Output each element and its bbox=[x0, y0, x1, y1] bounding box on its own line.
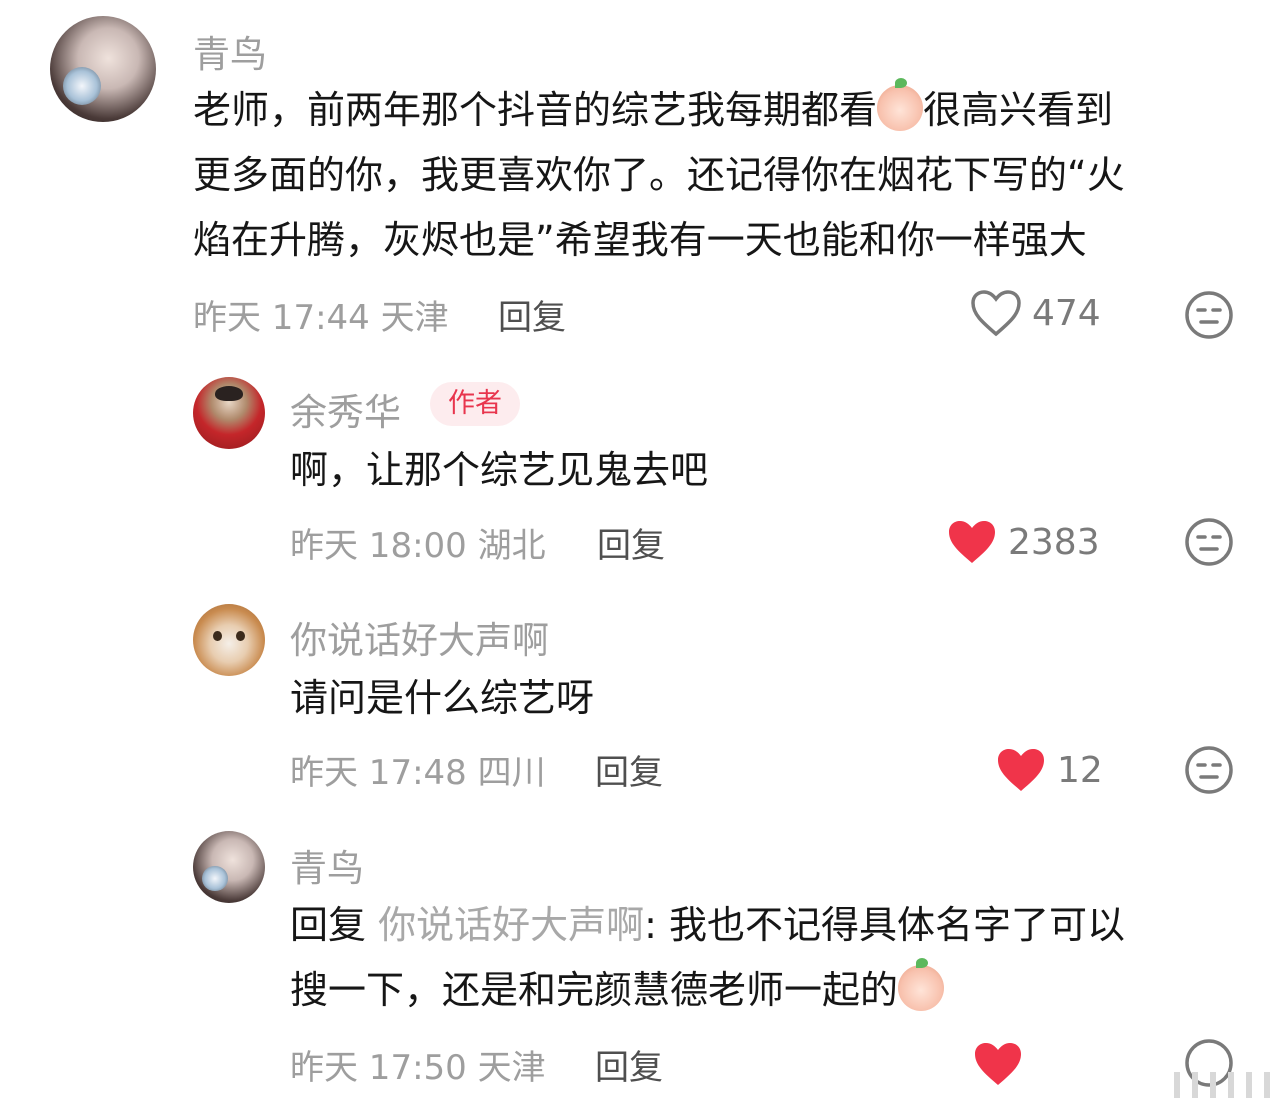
dislike-button[interactable] bbox=[1184, 517, 1234, 571]
username[interactable]: 青鸟 bbox=[193, 24, 267, 78]
timestamp: 昨天 17:44 bbox=[193, 298, 370, 338]
neutral-face-icon bbox=[1185, 291, 1233, 339]
shy-face-emoji bbox=[877, 78, 924, 131]
author-badge: 作者 bbox=[430, 382, 520, 426]
location: 天津 bbox=[477, 1048, 546, 1088]
heart-icon bbox=[998, 749, 1044, 791]
neutral-face-icon bbox=[1185, 746, 1233, 794]
username[interactable]: 青鸟 bbox=[290, 838, 364, 892]
avatar[interactable] bbox=[193, 377, 265, 449]
comment-text: 啊，让那个综艺见鬼去吧 bbox=[290, 448, 709, 492]
watermark-bar bbox=[1192, 1072, 1198, 1098]
avatar[interactable] bbox=[193, 831, 265, 903]
username[interactable]: 余秀华 bbox=[290, 382, 401, 436]
like-button[interactable] bbox=[972, 1040, 1024, 1088]
reply-target-username[interactable]: 你说话好大声啊 bbox=[378, 903, 644, 947]
avatar[interactable] bbox=[193, 604, 265, 676]
dislike-button[interactable] bbox=[1184, 745, 1234, 799]
location: 天津 bbox=[380, 298, 449, 338]
heart-icon bbox=[971, 290, 1021, 337]
timestamp: 昨天 17:48 bbox=[290, 753, 467, 793]
comment-meta: 昨天 18:00 湖北 bbox=[290, 518, 546, 567]
avatar[interactable] bbox=[50, 16, 156, 122]
reply-button[interactable]: 回复 bbox=[595, 745, 663, 794]
comment-meta: 昨天 17:48 四川 bbox=[290, 745, 546, 794]
timestamp: 昨天 17:50 bbox=[290, 1048, 467, 1088]
comment-meta: 昨天 17:44 天津 bbox=[193, 290, 449, 339]
like-count: 12 bbox=[1057, 749, 1103, 791]
reply-button[interactable]: 回复 bbox=[595, 1040, 663, 1089]
comment-meta: 昨天 17:50 天津 bbox=[290, 1040, 546, 1089]
like-button[interactable]: 12 bbox=[995, 746, 1103, 794]
comment-text: 回复 你说话好大声啊: 我也不记得具体名字了可以 搜一下，还是和完颜慧德老师一起… bbox=[290, 903, 1126, 1012]
watermark-bar bbox=[1246, 1072, 1252, 1098]
reply-button[interactable]: 回复 bbox=[498, 290, 566, 339]
watermark-bar bbox=[1174, 1072, 1180, 1098]
location: 湖北 bbox=[477, 526, 546, 566]
like-count: 2383 bbox=[1008, 521, 1100, 563]
watermark-bar bbox=[1228, 1072, 1234, 1098]
like-count: 474 bbox=[1032, 292, 1101, 334]
like-button[interactable]: 474 bbox=[970, 289, 1101, 337]
reply-prefix: 回复 bbox=[290, 903, 367, 947]
neutral-face-icon bbox=[1185, 518, 1233, 566]
watermark-bar bbox=[1210, 1072, 1216, 1098]
timestamp: 昨天 18:00 bbox=[290, 526, 467, 566]
watermark-bar bbox=[1264, 1072, 1270, 1098]
location: 四川 bbox=[477, 753, 546, 793]
comment-text: 请问是什么综艺呀 bbox=[290, 676, 595, 720]
comment-text: 老师，前两年那个抖音的综艺我每期都看 很高兴看到 更多面的你，我更喜欢你了。还记得… bbox=[193, 78, 1253, 273]
like-button[interactable]: 2383 bbox=[946, 518, 1100, 566]
username[interactable]: 你说话好大声啊 bbox=[290, 610, 549, 664]
heart-icon bbox=[975, 1043, 1021, 1085]
watermark bbox=[1174, 1072, 1270, 1098]
reply-button[interactable]: 回复 bbox=[597, 518, 665, 567]
heart-icon bbox=[949, 521, 995, 563]
laughing-tears-emoji bbox=[898, 958, 945, 1011]
dislike-button[interactable] bbox=[1184, 290, 1234, 344]
